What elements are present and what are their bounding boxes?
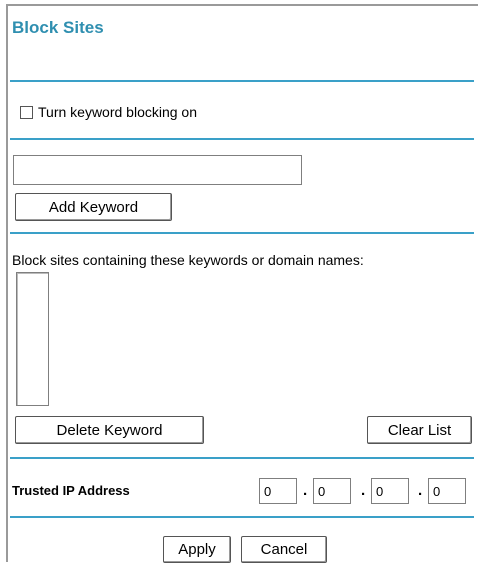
trusted-ip-octet-3[interactable] — [371, 478, 409, 504]
blocklist-heading: Block sites containing these keywords or… — [12, 252, 364, 268]
trusted-ip-label: Trusted IP Address — [12, 483, 130, 498]
divider — [10, 457, 474, 459]
delete-keyword-button[interactable]: Delete Keyword — [15, 416, 204, 444]
divider — [10, 516, 474, 518]
apply-button[interactable]: Apply — [163, 536, 231, 563]
cancel-button[interactable]: Cancel — [241, 536, 327, 563]
divider — [10, 80, 474, 82]
ip-separator: . — [418, 482, 423, 499]
keyword-blocking-checkbox[interactable] — [20, 105, 33, 119]
divider — [10, 232, 474, 234]
trusted-ip-octet-2[interactable] — [313, 478, 351, 504]
clear-list-button[interactable]: Clear List — [367, 416, 472, 444]
page-title: Block Sites — [12, 18, 104, 37]
keyword-input[interactable] — [13, 155, 302, 185]
divider — [10, 138, 474, 140]
trusted-ip-octet-1[interactable] — [259, 478, 297, 504]
blocked-keywords-list[interactable] — [16, 272, 49, 406]
keyword-blocking-row: Turn keyword blocking on — [20, 104, 197, 120]
ip-separator: . — [361, 482, 366, 499]
ip-separator: . — [303, 482, 308, 499]
keyword-blocking-label: Turn keyword blocking on — [38, 104, 198, 120]
add-keyword-button[interactable]: Add Keyword — [15, 193, 172, 221]
trusted-ip-octet-4[interactable] — [428, 478, 466, 504]
